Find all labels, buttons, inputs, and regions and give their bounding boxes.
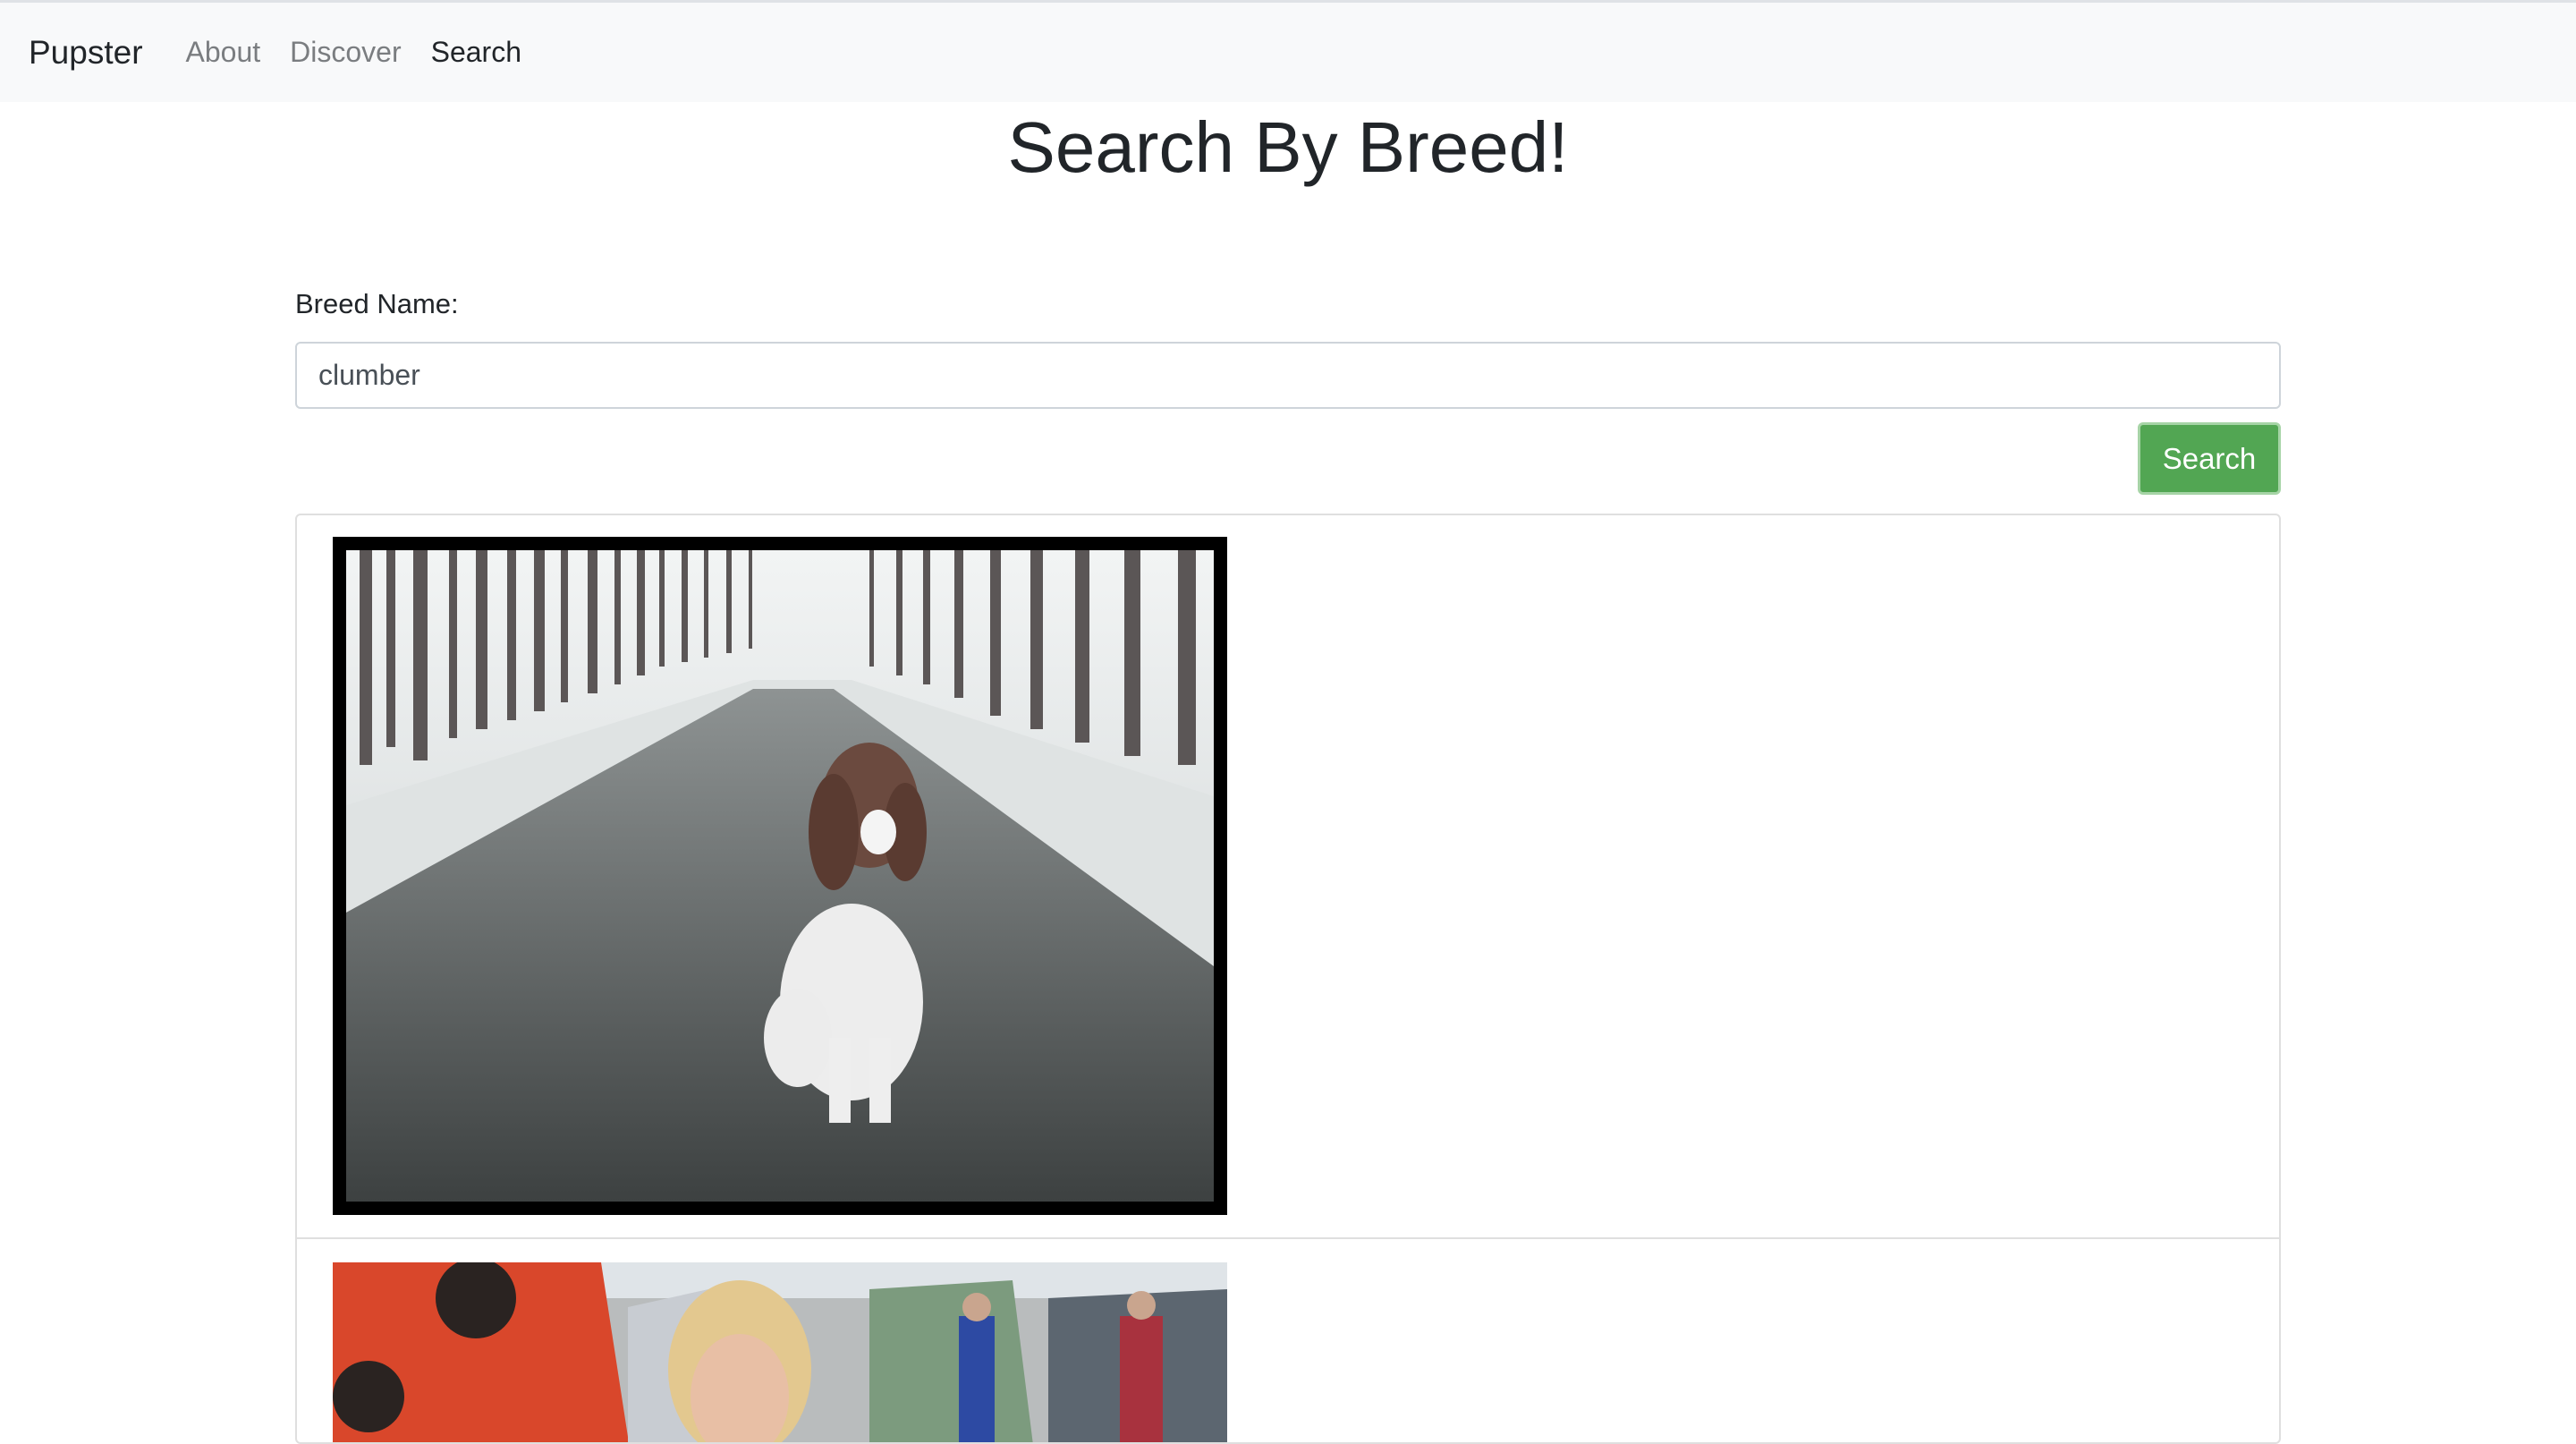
list-item xyxy=(297,515,2279,1239)
page-title: Search By Breed! xyxy=(1007,107,1569,187)
brand-link[interactable]: Pupster xyxy=(29,34,143,72)
dog-image xyxy=(333,1262,1227,1442)
dog-image xyxy=(333,537,1227,1215)
nav-link-about[interactable]: About xyxy=(186,36,261,69)
search-button[interactable]: Search xyxy=(2138,422,2281,495)
nav-link-search[interactable]: Search xyxy=(431,36,521,69)
results-list xyxy=(295,514,2281,1444)
breed-name-label: Breed Name: xyxy=(295,288,459,319)
breed-name-input[interactable] xyxy=(295,342,2281,409)
nav-link-discover[interactable]: Discover xyxy=(290,36,401,69)
navbar: Pupster About Discover Search xyxy=(0,0,2576,102)
